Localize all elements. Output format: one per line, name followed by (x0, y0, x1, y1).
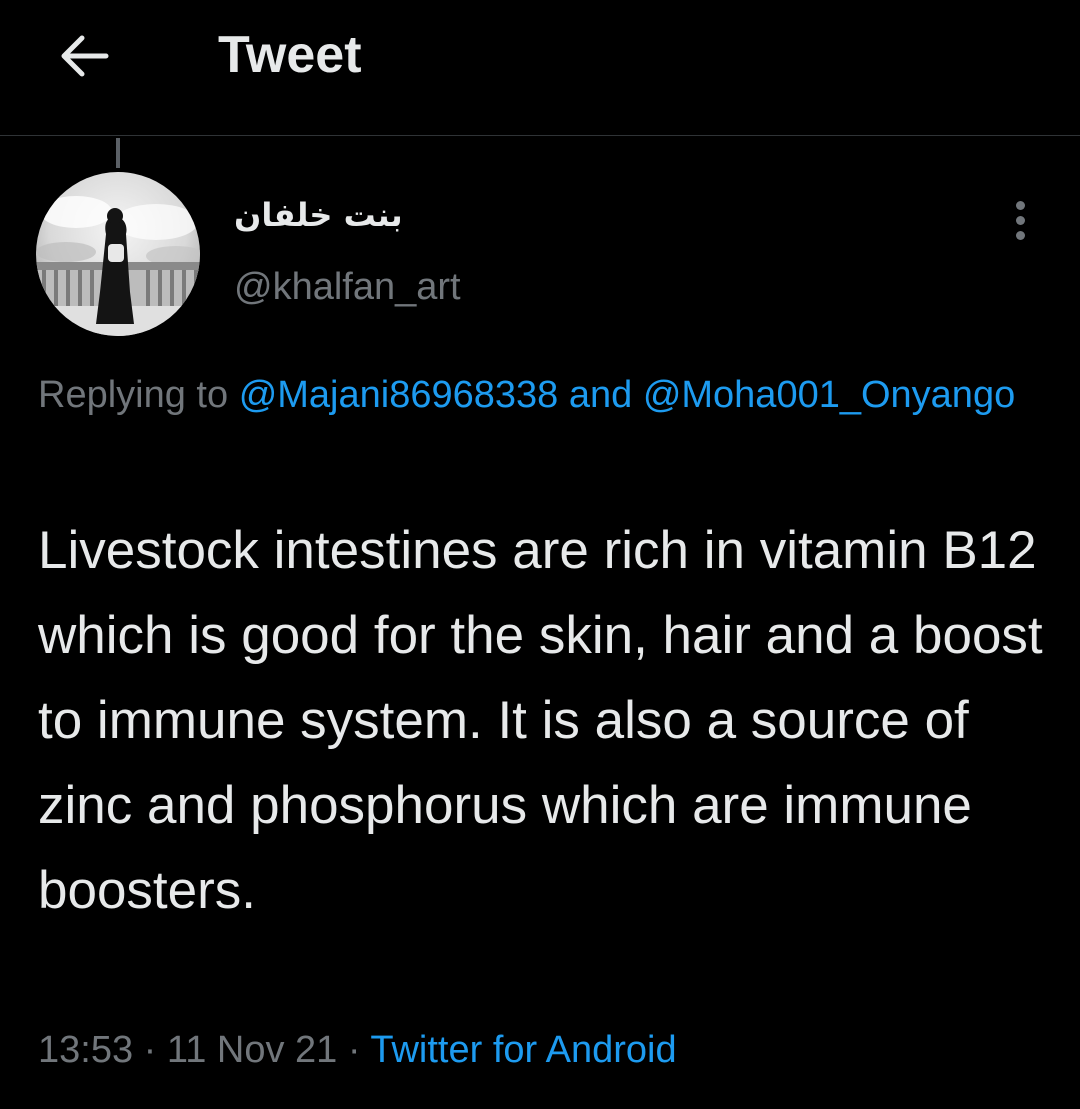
replying-to-line: Replying to @Majani86968338 and @Moha001… (38, 368, 1048, 422)
tweet-source-link[interactable]: Twitter for Android (370, 1029, 676, 1071)
page-title: Tweet (218, 26, 362, 84)
more-vertical-icon-dot-2 (1015, 215, 1025, 225)
thread-connector-line (116, 138, 120, 168)
replying-to-label: Replying to (38, 374, 229, 416)
meta-separator-1: · (143, 1029, 157, 1071)
tweet-date[interactable]: 11 Nov 21 (167, 1029, 337, 1071)
mention-link-majani[interactable]: @Majani86968338 (239, 374, 559, 416)
avatar[interactable] (36, 172, 200, 336)
author-handle[interactable]: @khalfan_art (234, 266, 461, 309)
tweet-time[interactable]: 13:53 (38, 1029, 133, 1071)
meta-separator-2: · (347, 1029, 361, 1071)
avatar-image (36, 172, 200, 336)
tweet-metadata: 13:53 · 11 Nov 21 · Twitter for Android (38, 1022, 677, 1078)
back-button[interactable] (52, 24, 116, 88)
tweet-body: Livestock intestines are rich in vitamin… (38, 521, 1043, 920)
more-options-button[interactable] (1002, 196, 1038, 244)
more-vertical-icon (1015, 200, 1025, 210)
more-vertical-icon-dot-3 (1015, 230, 1025, 240)
replying-conjunction: and (568, 374, 633, 416)
author-display-name[interactable]: بنت خلفان (234, 196, 403, 234)
arrow-left-icon (61, 35, 109, 77)
top-bar: Tweet (0, 0, 1080, 136)
mention-link-moha[interactable]: @Moha001_Onyango (643, 374, 1015, 416)
